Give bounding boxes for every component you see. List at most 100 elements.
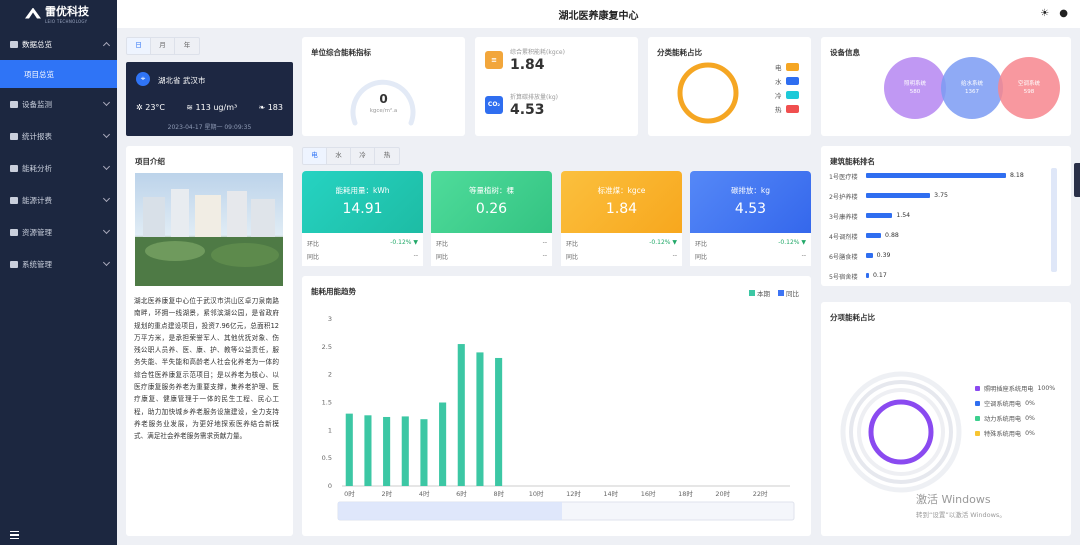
legend-label: 特殊系统用电 xyxy=(984,431,1022,438)
bubble-value: 598 xyxy=(1023,89,1035,95)
temperature-text: 23°C xyxy=(145,103,166,112)
tab-month[interactable]: 月 xyxy=(151,38,175,54)
report-icon xyxy=(10,132,18,140)
ranking-label: 2号护养楼 xyxy=(829,193,858,201)
weather-card: ⌖ 湖北省 武汉市 ✲ 23°C ≋ 113 ug/m³ ❧ 183 2023-… xyxy=(126,62,293,136)
ranking-scrollbar[interactable] xyxy=(1051,168,1057,272)
ranking-row: 6号膳食楼 0.39 xyxy=(829,251,1039,261)
yoy-value: -- xyxy=(413,252,418,259)
tab-water[interactable]: 水 xyxy=(327,148,351,164)
sidebar-item-billing[interactable]: 能源计费 xyxy=(0,184,117,216)
sidebar-item-overview[interactable]: 数据总览 xyxy=(0,28,117,60)
y-tick-label: 3 xyxy=(328,315,332,323)
dashboard-icon xyxy=(10,40,18,48)
legend-item: 动力系统用电 0% xyxy=(975,411,1055,426)
kpi-label: 折算碳排放量(kg) xyxy=(510,94,558,101)
y-tick-label: 2.5 xyxy=(322,343,332,351)
bar-current xyxy=(495,357,503,486)
legend-value: 0% xyxy=(1025,415,1035,422)
category-share-title: 分类能耗占比 xyxy=(657,48,702,57)
device-bubble-lighting[interactable]: 照明系统 580 xyxy=(884,57,946,119)
bar-current xyxy=(457,344,465,486)
y-tick-label: 0 xyxy=(328,482,332,490)
yoy-value: -- xyxy=(542,252,547,259)
bubble-label: 照明系统 xyxy=(903,81,926,87)
tab-electric[interactable]: 电 xyxy=(303,148,327,164)
unit-index-card: 单位综合能耗指标 0 kgce/m².a xyxy=(302,37,465,136)
sidebar-item-resources[interactable]: 资源管理 xyxy=(0,216,117,248)
tile-title: 能耗用量：kWh xyxy=(335,186,390,195)
theme-sun-icon[interactable]: ☀ xyxy=(1040,8,1049,19)
chevron-up-icon xyxy=(102,41,111,50)
tab-cooling[interactable]: 冷 xyxy=(351,148,375,164)
tab-day[interactable]: 日 xyxy=(127,38,151,54)
zoom-slider-window xyxy=(338,502,562,520)
sidebar-item-device-monitor[interactable]: 设备监测 xyxy=(0,88,117,120)
legend-value: 100% xyxy=(1037,385,1056,392)
yoy-value: -- xyxy=(801,252,806,259)
project-photo xyxy=(135,173,283,286)
tile-foot: 环比 -- 同比 -- xyxy=(431,233,552,266)
kpi-label: 综合累积能耗(kgce) xyxy=(510,49,565,56)
ranking-bar xyxy=(866,253,873,258)
legend-item: 热 xyxy=(775,102,799,116)
sidebar-item-label: 系统管理 xyxy=(22,259,52,269)
x-tick-label: 0时 xyxy=(344,489,355,498)
temperature-value: ✲ 23°C xyxy=(136,103,166,112)
brand-sub: LEIO TECHNOLOGY xyxy=(45,18,88,24)
intro-title: 项目介绍 xyxy=(135,157,165,166)
ranking-bar xyxy=(866,213,893,218)
legend-item: 水 xyxy=(775,74,799,88)
ring-label: 环比 xyxy=(695,241,708,248)
legend-swatch xyxy=(785,77,799,85)
aqi-value: ❧ 183 xyxy=(258,103,283,112)
x-tick-label: 10时 xyxy=(529,489,544,498)
kpi-energy: ≡ 综合累积能耗(kgce) 1.84 xyxy=(485,47,565,73)
y-tick-label: 1 xyxy=(328,426,332,434)
sidebar-item-system[interactable]: 系统管理 xyxy=(0,248,117,280)
energy-icon: ≡ xyxy=(485,51,503,69)
x-tick-label: 16时 xyxy=(641,489,656,498)
device-bubble-ac[interactable]: 空调系统 598 xyxy=(998,57,1060,119)
intro-text: 湖北医养康复中心位于武汉市洪山区卓刀泉南路南畔，环拥一线湖景，紧邻滨湖公园，是省… xyxy=(134,297,279,441)
co2-icon: CO₂ xyxy=(485,96,503,114)
bar-current xyxy=(345,413,353,486)
sidebar-item-label: 资源管理 xyxy=(22,227,52,237)
menu-collapse-icon[interactable] xyxy=(10,531,19,539)
kpi-value: 4.53 xyxy=(510,102,545,118)
legend-value: 0% xyxy=(1025,430,1035,437)
device-bubble-water[interactable]: 给水系统 1367 xyxy=(941,57,1003,119)
legend-value: 0% xyxy=(1025,400,1035,407)
ranking-row: 5号宿舍楼 0.17 xyxy=(829,271,1039,281)
tile-foot: 环比 -0.12% ▼ 同比 -- xyxy=(690,233,811,266)
sidebar-item-label: 数据总览 xyxy=(22,39,52,49)
user-icon[interactable]: ● xyxy=(1059,8,1068,19)
x-tick-label: 14时 xyxy=(603,489,618,498)
legend-label: 水 xyxy=(775,78,782,86)
subitem-ring-chart xyxy=(840,371,962,493)
tab-year[interactable]: 年 xyxy=(175,38,199,54)
sidebar-item-analysis[interactable]: 能耗分析 xyxy=(0,152,117,184)
kpi-card: ≡ 综合累积能耗(kgce) 1.84 CO₂ 折算碳排放量(kg) 4.53 xyxy=(475,37,638,136)
legend-label: 电 xyxy=(775,64,782,72)
sidebar-item-reports[interactable]: 统计报表 xyxy=(0,120,117,152)
side-drawer-tab[interactable] xyxy=(1074,163,1080,197)
sidebar: 雷优科技 LEIO TECHNOLOGY 数据总览 项目总览 设备监测 统计报表 … xyxy=(0,0,117,545)
tile-value: 0.26 xyxy=(475,201,508,217)
sidebar-subitem-project-overview[interactable]: 项目总览 xyxy=(0,60,117,88)
top-bar: 湖北医养康复中心 ☀ ● xyxy=(117,0,1080,28)
ranking-label: 1号医疗楼 xyxy=(829,173,858,181)
x-tick-label: 18时 xyxy=(678,489,693,498)
sidebar-item-label: 设备监测 xyxy=(22,99,52,109)
legend-label: 空调系统用电 xyxy=(984,401,1022,408)
tab-heating[interactable]: 热 xyxy=(375,148,399,164)
legend-label: 热 xyxy=(775,106,782,114)
bar-current xyxy=(476,352,484,486)
ranking-label: 5号宿舍楼 xyxy=(829,273,858,281)
logo-mark-icon xyxy=(25,7,41,19)
kpi-value: 1.84 xyxy=(510,57,545,73)
legend-item: 电 xyxy=(775,60,799,74)
legend-label: 照明插座系统用电 xyxy=(984,386,1034,393)
tile-value: 1.84 xyxy=(605,201,638,217)
ranking-row: 3号康养楼 1.54 xyxy=(829,211,1039,221)
